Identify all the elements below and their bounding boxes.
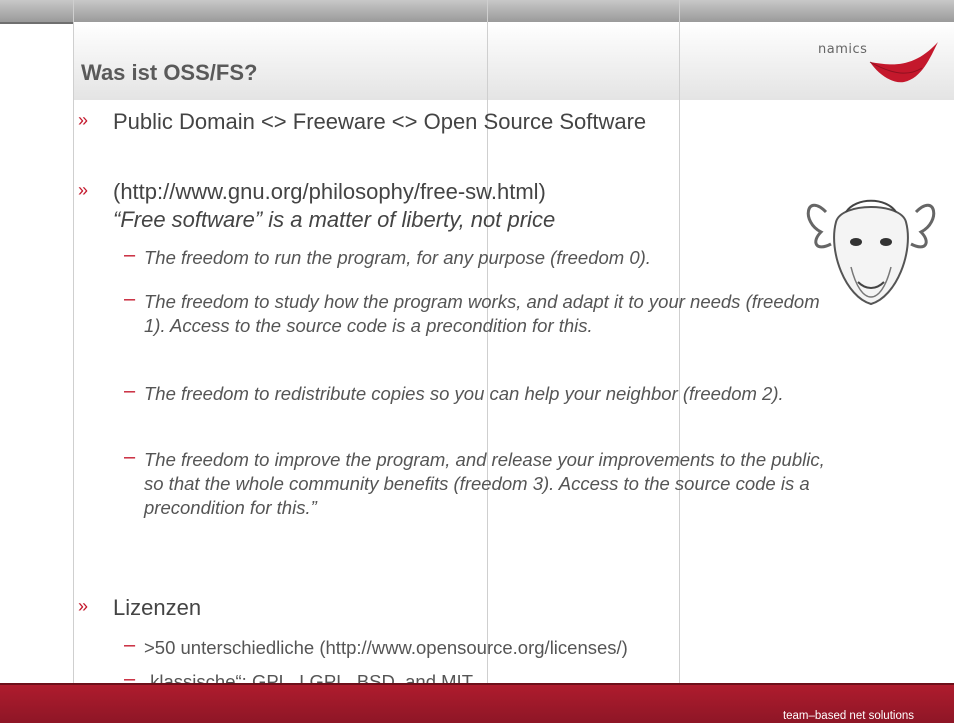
gnu-head-image bbox=[806, 199, 936, 306]
freedom-0: The freedom to run the program, for any … bbox=[144, 247, 651, 268]
bullet-marker: » bbox=[78, 596, 89, 616]
license-count: >50 unterschiedliche (http://www.opensou… bbox=[144, 637, 628, 658]
dash-marker: – bbox=[124, 288, 136, 310]
bullet-free-software-quote: “Free software” is a matter of liberty, … bbox=[113, 207, 556, 232]
freedom-3: The freedom to improve the program, and … bbox=[144, 449, 825, 518]
divider-line bbox=[679, 0, 680, 723]
footer-tagline: team–based net solutions bbox=[782, 710, 914, 722]
logo-text: namics bbox=[818, 42, 868, 57]
top-band bbox=[0, 0, 954, 24]
dash-marker: – bbox=[124, 446, 136, 468]
freedom-1: The freedom to study how the program wor… bbox=[144, 291, 820, 336]
divider-line bbox=[73, 0, 74, 723]
bullet-gnu-link: (http://www.gnu.org/philosophy/free-sw.h… bbox=[113, 179, 546, 204]
slide-title: Was ist OSS/FS? bbox=[81, 60, 258, 85]
bullet-marker: » bbox=[78, 180, 89, 200]
footer-edge bbox=[0, 683, 954, 685]
freedom-2: The freedom to redistribute copies so yo… bbox=[144, 383, 784, 404]
namics-logo: namics bbox=[818, 38, 943, 91]
slide: Was ist OSS/FS? namics » Public Domain <… bbox=[0, 0, 954, 723]
bullet-licenses: Lizenzen bbox=[113, 595, 202, 620]
bullet-oss-types: Public Domain <> Freeware <> Open Source… bbox=[113, 109, 647, 134]
bullet-marker: » bbox=[78, 110, 89, 130]
dash-marker: – bbox=[124, 244, 136, 266]
dash-marker: – bbox=[124, 380, 136, 402]
dash-marker: – bbox=[124, 634, 136, 656]
